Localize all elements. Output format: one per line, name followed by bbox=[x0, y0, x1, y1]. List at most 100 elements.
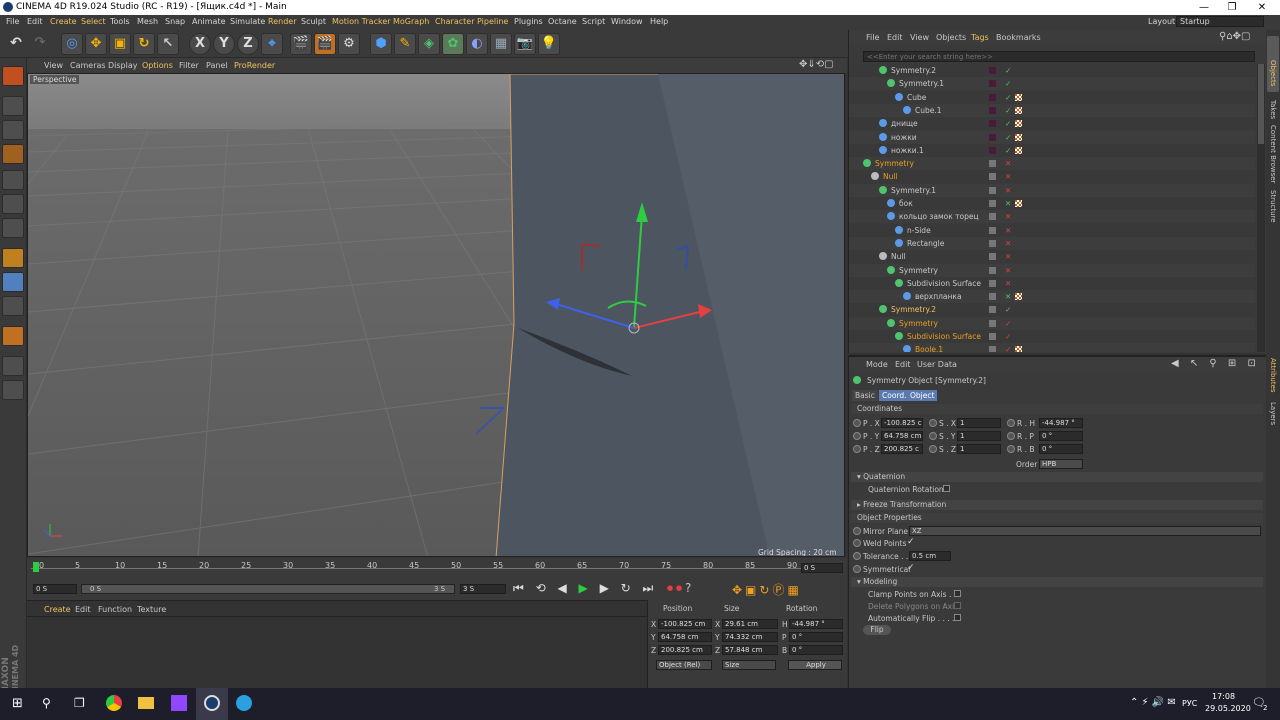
object-row[interactable]: Boole.1 ✓ bbox=[849, 343, 1255, 352]
polygons-mode-icon[interactable] bbox=[2, 218, 24, 238]
object-row[interactable]: верхпланка ✕ bbox=[849, 290, 1255, 304]
redo-icon[interactable]: ↷ bbox=[30, 33, 50, 55]
enabled-toggle-icon[interactable]: ✕ bbox=[1005, 292, 1011, 301]
input-language[interactable]: РУС bbox=[1182, 699, 1197, 708]
tray-icons[interactable]: ⌃ ⚡ 🔊 ✉ bbox=[1130, 697, 1176, 708]
object-name[interactable]: Boole.1 bbox=[915, 345, 943, 352]
coord-pos-y[interactable]: 64.758 cm bbox=[658, 632, 712, 642]
object-row[interactable]: ножки.1 ✓ bbox=[849, 143, 1255, 157]
object-tree-scrollbar[interactable] bbox=[1257, 64, 1265, 352]
keyframe-dot-icon[interactable] bbox=[853, 419, 861, 427]
object-name[interactable]: Symmetry bbox=[875, 159, 914, 168]
key-filter-icons[interactable]: ✥▣↻Ⓟ▦ bbox=[732, 581, 802, 598]
keyframe-dot-icon[interactable] bbox=[1007, 445, 1015, 453]
clock-date[interactable]: 29.05.2020 bbox=[1205, 704, 1251, 713]
coord-size-z[interactable]: 57.848 cm bbox=[722, 645, 778, 655]
undo-icon[interactable]: ↶ bbox=[6, 33, 26, 55]
attr-rot-b[interactable]: 0 ° bbox=[1039, 444, 1083, 454]
edges-mode-icon[interactable] bbox=[2, 194, 24, 214]
keyframe-dot-icon[interactable] bbox=[853, 432, 861, 440]
layer-color-swatch[interactable] bbox=[989, 319, 996, 327]
locked-workplane-icon[interactable] bbox=[2, 356, 24, 376]
minimize-button[interactable]: — bbox=[1190, 0, 1218, 15]
live-selection-icon[interactable]: ◎ bbox=[61, 33, 83, 55]
object-row[interactable]: Subdivision Surface ✕ bbox=[849, 276, 1255, 290]
vp-menu-display[interactable]: Display bbox=[108, 61, 138, 70]
layer-color-swatch[interactable] bbox=[989, 200, 996, 207]
object-row[interactable]: ножки ✓ bbox=[849, 130, 1255, 144]
workplane-icon[interactable] bbox=[2, 144, 24, 164]
menu-render[interactable]: Render bbox=[268, 17, 296, 26]
weld-points-checkbox[interactable]: ✓ bbox=[907, 537, 915, 547]
enabled-toggle-icon[interactable]: ✓ bbox=[1005, 106, 1011, 115]
material-tag-icon[interactable] bbox=[1015, 293, 1022, 301]
vp-menu-panel[interactable]: Panel bbox=[206, 61, 228, 70]
rotate-icon[interactable]: ↻ bbox=[133, 33, 155, 55]
keyframe-dot-icon[interactable] bbox=[1007, 419, 1015, 427]
model-mode-icon[interactable] bbox=[2, 96, 24, 116]
object-name[interactable]: днище bbox=[891, 119, 918, 128]
menu-tools[interactable]: Tools bbox=[110, 17, 130, 26]
object-name[interactable]: Null bbox=[891, 252, 906, 261]
coord-pos-x[interactable]: -100.825 cm bbox=[658, 619, 712, 629]
mat-menu-create[interactable]: Create bbox=[44, 605, 71, 614]
camera-icon[interactable]: 📷 bbox=[514, 33, 536, 55]
enabled-toggle-icon[interactable]: ✓ bbox=[1005, 319, 1011, 328]
layer-color-swatch[interactable] bbox=[989, 120, 996, 128]
om-menu-view[interactable]: View bbox=[910, 33, 929, 42]
close-button[interactable]: ✕ bbox=[1248, 0, 1276, 15]
layer-color-swatch[interactable] bbox=[989, 239, 996, 247]
layer-color-swatch[interactable] bbox=[989, 133, 996, 141]
order-select[interactable]: HPB bbox=[1039, 459, 1083, 469]
enabled-toggle-icon[interactable]: ✕ bbox=[1005, 199, 1011, 208]
object-row[interactable]: Cube.1 ✓ bbox=[849, 103, 1255, 117]
keyframe-dot-icon[interactable] bbox=[853, 552, 861, 560]
flip-button[interactable]: Flip bbox=[863, 625, 891, 635]
menu-select[interactable]: Select bbox=[81, 17, 106, 26]
attr-menu-edit[interactable]: Edit bbox=[895, 360, 911, 369]
mat-menu-function[interactable]: Function bbox=[98, 605, 132, 614]
menu-window[interactable]: Window bbox=[611, 17, 643, 26]
twitch-icon[interactable] bbox=[171, 695, 187, 711]
menu-character[interactable]: Character bbox=[435, 17, 475, 26]
timeline-ruler[interactable]: 0 5 10 15 20 25 30 35 40 45 50 55 60 65 … bbox=[27, 558, 847, 578]
render-picture-viewer-icon[interactable]: 🎬 bbox=[314, 33, 336, 55]
light-icon[interactable]: 💡 bbox=[538, 33, 560, 55]
object-row[interactable]: Subdivision Surface ✓ bbox=[849, 330, 1255, 343]
layer-color-swatch[interactable] bbox=[989, 266, 996, 274]
freeze-section[interactable]: ▸ Freeze Transformation bbox=[851, 500, 1263, 510]
om-menu-edit[interactable]: Edit bbox=[887, 33, 903, 42]
object-row[interactable]: Symmetry ✕ bbox=[849, 157, 1255, 171]
menu-create[interactable]: Create bbox=[50, 17, 77, 26]
viewport-nav-icons[interactable]: ✥⇓⟲▢ bbox=[799, 59, 834, 70]
menu-sculpt[interactable]: Sculpt bbox=[301, 17, 326, 26]
perspective-viewport[interactable]: Perspective Grid Spacing : 20 cm bbox=[27, 73, 845, 557]
last-tool-icon[interactable]: ↖ bbox=[157, 33, 179, 55]
coord-rot-p[interactable]: 0 ° bbox=[789, 632, 843, 642]
side-tab-content-browser[interactable]: Content Browser bbox=[1269, 125, 1277, 183]
symmetrical-checkbox[interactable]: ✓ bbox=[907, 563, 915, 573]
object-row[interactable]: Cube ✓ bbox=[849, 90, 1255, 104]
cinema4d-taskbar-icon[interactable] bbox=[204, 695, 220, 711]
keyframe-dot-icon[interactable] bbox=[929, 445, 937, 453]
render-settings-icon[interactable]: ⚙ bbox=[338, 33, 360, 55]
points-mode-icon[interactable] bbox=[2, 170, 24, 190]
layer-color-swatch[interactable] bbox=[989, 106, 996, 114]
quaternion-rotation-checkbox[interactable] bbox=[943, 485, 950, 492]
object-row[interactable]: n-Side ✕ bbox=[849, 223, 1255, 237]
object-name[interactable]: Subdivision Surface bbox=[907, 332, 981, 341]
om-search-icons[interactable]: ⚲⌂✥▢ bbox=[1219, 31, 1251, 42]
texture-mode-icon[interactable] bbox=[2, 120, 24, 140]
coord-size-select[interactable]: Size bbox=[722, 660, 776, 670]
keyframe-dot-icon[interactable] bbox=[1007, 432, 1015, 440]
attr-pos-y[interactable]: 64.758 cm bbox=[881, 431, 923, 441]
layer-color-swatch[interactable] bbox=[989, 293, 996, 301]
enabled-toggle-icon[interactable]: ✕ bbox=[1005, 212, 1011, 221]
object-name[interactable]: Cube bbox=[907, 93, 926, 102]
enabled-toggle-icon[interactable]: ✓ bbox=[1005, 119, 1011, 128]
attr-menu-user-data[interactable]: User Data bbox=[917, 360, 957, 369]
layer-color-swatch[interactable] bbox=[989, 213, 996, 221]
material-tag-icon[interactable] bbox=[1015, 120, 1022, 128]
layer-color-swatch[interactable] bbox=[989, 160, 996, 168]
coord-size-x[interactable]: 29.61 cm bbox=[722, 619, 778, 629]
